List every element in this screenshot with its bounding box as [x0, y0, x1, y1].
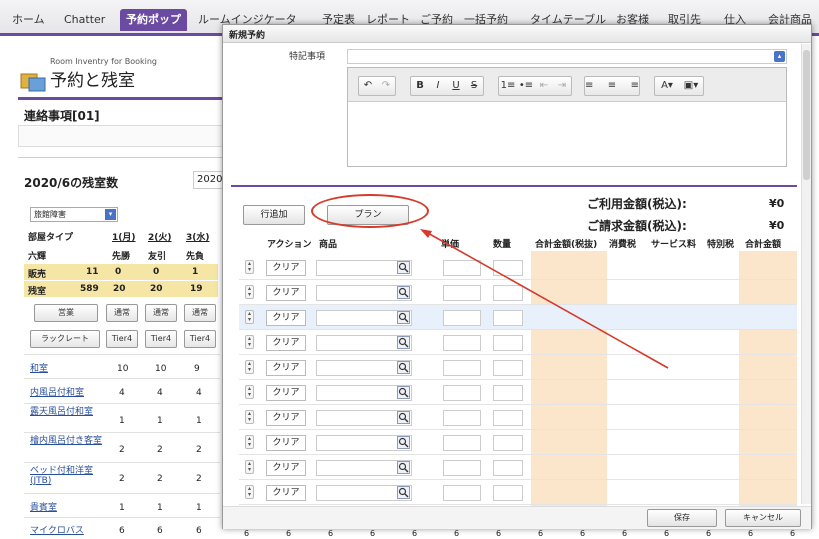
annotation-arrow-icon: [420, 229, 669, 369]
